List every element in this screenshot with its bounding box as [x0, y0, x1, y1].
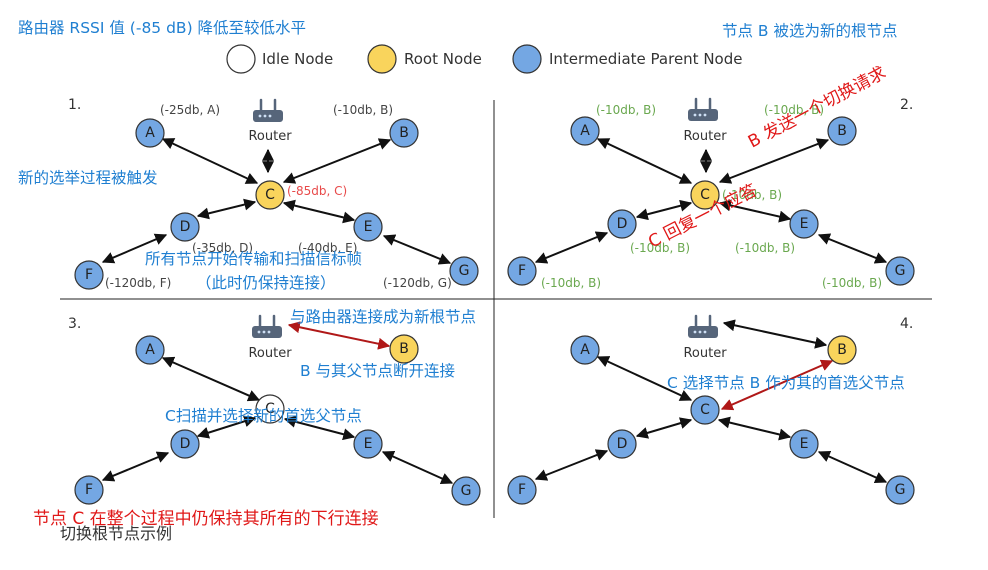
- panel-3-node-a: A: [135, 335, 165, 365]
- panel-2-rssi-g: (-10db, B): [822, 276, 882, 290]
- panel-1-node-b: B: [389, 118, 419, 148]
- panel-1-node-d: D: [170, 212, 200, 242]
- panel-4-router-label: Router: [683, 346, 727, 361]
- panel-2-router-label: Router: [683, 129, 727, 144]
- svg-text:C: C: [700, 402, 710, 418]
- panel-4-node-e: E: [789, 429, 819, 459]
- panel-3-number: 3.: [68, 316, 81, 332]
- legend: Idle Node Root Node Intermediate Parent …: [226, 44, 742, 74]
- svg-text:E: E: [800, 216, 809, 232]
- panel-3-disconnect-note: B 与其父节点断开连接: [300, 362, 455, 380]
- root-switch-diagram: Idle Node Root Node Intermediate Parent …: [18, 19, 932, 543]
- svg-text:D: D: [617, 216, 628, 232]
- panel-1-node-f: F: [74, 260, 104, 290]
- panel-4-node-b: B: [827, 335, 857, 365]
- panel-3-router-label: Router: [248, 346, 292, 361]
- legend-root-label: Root Node: [404, 50, 482, 68]
- svg-text:A: A: [580, 342, 590, 358]
- svg-text:D: D: [180, 219, 191, 235]
- svg-text:A: A: [580, 123, 590, 139]
- panel-1-router-label: Router: [248, 129, 292, 144]
- panel-3-node-f: F: [74, 475, 104, 505]
- panel-1-rssi-b: (-10db, B): [333, 103, 393, 117]
- svg-text:B: B: [837, 342, 847, 358]
- panel-2-node-e: E: [789, 209, 819, 239]
- panel-1-node-e: E: [353, 212, 383, 242]
- svg-text:G: G: [461, 483, 472, 499]
- panel-4-node-g: G: [885, 475, 915, 505]
- panel-3-connect-note: 与路由器连接成为新根节点: [290, 308, 476, 326]
- svg-text:A: A: [145, 125, 155, 141]
- legend-root-swatch: [367, 44, 397, 74]
- panel-1-beacon-note-1: 所有节点开始传输和扫描信标帧: [145, 250, 362, 268]
- svg-text:G: G: [459, 263, 470, 279]
- panel-1-node-a: A: [135, 118, 165, 148]
- panel-4-number: 4.: [900, 316, 913, 332]
- panel-3-router-icon: [250, 314, 284, 340]
- panel-4-router-icon: [686, 314, 720, 340]
- svg-text:C: C: [265, 187, 275, 203]
- panel-1-rssi-g: (-120db, G): [383, 276, 452, 290]
- svg-text:B: B: [837, 123, 847, 139]
- svg-text:F: F: [518, 263, 526, 279]
- panel-4-node-d: D: [607, 429, 637, 459]
- panel-2-node-g: G: [885, 256, 915, 286]
- legend-intermediate-swatch: [512, 44, 542, 74]
- diagram-stage: Idle Node Root Node Intermediate Parent …: [0, 0, 988, 570]
- svg-text:B: B: [399, 125, 409, 141]
- svg-text:F: F: [85, 267, 93, 283]
- panel-1-number: 1.: [68, 97, 81, 113]
- svg-text:C: C: [700, 187, 710, 203]
- panel-1-node-c: C: [255, 180, 285, 210]
- panel-1-beacon-note-2: （此时仍保持连接）: [196, 274, 336, 292]
- panel-4: 4. Router A B C D E F G C 选择节点 B 作为其的首选父…: [507, 314, 915, 505]
- panel-3-node-g: G: [451, 476, 481, 506]
- panel-1-router-icon: [251, 98, 285, 124]
- panel-2-rssi-a: (-10db, B): [596, 103, 656, 117]
- panel-3-new-root-link: [287, 321, 391, 350]
- panel-1-rssi-c: (-85db, C): [287, 184, 347, 198]
- svg-text:G: G: [895, 482, 906, 498]
- panel-1-rssi-f: (-120db, F): [105, 276, 171, 290]
- panel-2-node-d: D: [607, 209, 637, 239]
- legend-intermediate-label: Intermediate Parent Node: [549, 50, 742, 68]
- panel-3-scan-note: C扫描并选择新的首选父节点: [165, 407, 362, 425]
- panel-2-node-a: A: [570, 116, 600, 146]
- panel-2-router-icon: [686, 97, 720, 123]
- caption: 切换根节点示例: [60, 524, 172, 543]
- svg-text:E: E: [364, 219, 373, 235]
- svg-text:F: F: [85, 482, 93, 498]
- svg-text:E: E: [364, 436, 373, 452]
- panel-3: 3. Router A B C D E F G 与路由器连接成为新根节点 B 与…: [33, 308, 481, 529]
- svg-text:D: D: [180, 436, 191, 452]
- panel-2-title-note: 节点 B 被选为新的根节点: [722, 22, 898, 40]
- legend-idle-label: Idle Node: [262, 50, 333, 68]
- panel-1-title-note: 路由器 RSSI 值 (-85 dB) 降低至较低水平: [18, 19, 306, 37]
- svg-text:A: A: [145, 342, 155, 358]
- panel-3-node-b: B: [389, 334, 419, 364]
- panel-2-node-b: B: [827, 116, 857, 146]
- svg-text:G: G: [895, 263, 906, 279]
- panel-4-node-c: C: [690, 395, 720, 425]
- panel-3-node-d: D: [170, 429, 200, 459]
- panel-4-router-link: [722, 319, 828, 349]
- panel-4-node-a: A: [570, 335, 600, 365]
- panel-2-rssi-f: (-10db, B): [541, 276, 601, 290]
- panel-1-election-note: 新的选举过程被触发: [18, 169, 158, 187]
- legend-idle-swatch: [226, 44, 256, 74]
- panel-2-rssi-e: (-10db, B): [735, 241, 795, 255]
- svg-text:F: F: [518, 482, 526, 498]
- panel-4-node-f: F: [507, 475, 537, 505]
- svg-text:D: D: [617, 436, 628, 452]
- panel-1-rssi-a: (-25db, A): [160, 103, 220, 117]
- panel-3-node-e: E: [353, 429, 383, 459]
- panel-4-choose-note: C 选择节点 B 作为其的首选父节点: [667, 374, 905, 392]
- panel-1-node-g: G: [449, 256, 479, 286]
- panel-2-number: 2.: [900, 97, 913, 113]
- panel-2-node-f: F: [507, 256, 537, 286]
- svg-text:B: B: [399, 341, 409, 357]
- svg-text:E: E: [800, 436, 809, 452]
